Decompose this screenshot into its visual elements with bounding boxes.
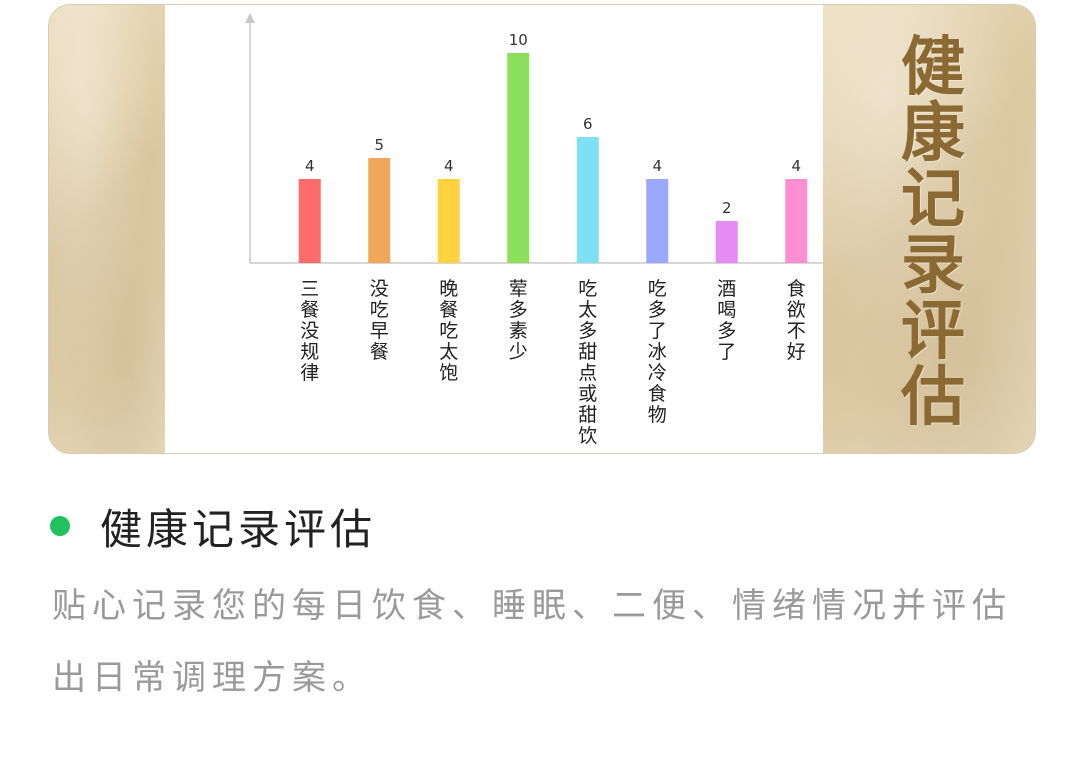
category-label: 或 [578,383,597,405]
category-label: 吃 [648,278,667,300]
category-label: 甜 [578,341,597,363]
chart-panel: 4 三餐没规律 5 没吃早餐 4 晚餐吃太饱 10 荤多素少 6 吃太多甜点或甜饮 4 吃多了冰冷食物… [165,5,823,453]
category-label: 饱 [439,362,458,384]
category-label: 三 [300,278,319,300]
category-label: 素 [509,320,528,342]
section-heading: 健康记录评估 [50,498,376,554]
bar [298,179,321,263]
category-label: 点 [578,362,597,384]
category-label: 餐 [300,299,319,321]
category-label: 太 [439,341,458,363]
category-label: 食 [648,383,667,405]
bar [646,179,669,263]
category-label: 甜 [578,404,597,426]
bar [437,179,460,263]
category-label: 冷 [648,362,667,384]
category-label: 不 [787,320,806,342]
category-label: 没 [300,320,319,342]
category-label: 晚 [439,278,458,300]
category-label: 冰 [648,341,667,363]
bar-value-label: 4 [652,157,662,175]
paper-texture-right: 健康记录评估 [823,5,1035,453]
category-label: 欲 [787,299,806,321]
bar [715,221,738,263]
category-label: 餐 [439,299,458,321]
category-label: 饮 [578,425,597,447]
bar [785,179,808,263]
bar-chart: 4三餐没规律5没吃早餐4晚餐吃太饱10荤多素少6吃太多甜点或甜饮4吃多了冰冷食物… [245,13,823,447]
bar-value-label: 10 [509,31,528,49]
bar-value-label: 6 [583,115,593,133]
banner-image: 4 三餐没规律 5 没吃早餐 4 晚餐吃太饱 10 荤多素少 6 吃太多甜点或甜饮 4 吃多了冰冷食物… [48,4,1036,454]
category-label: 多 [509,299,528,321]
bar-value-label: 2 [722,199,732,217]
category-label: 了 [717,341,736,363]
banner-vertical-title: 健康记录评估 [901,30,965,435]
category-label: 喝 [717,299,736,321]
category-label: 了 [648,320,667,342]
category-label: 餐 [370,341,389,363]
bar-value-label: 4 [305,157,315,175]
category-label: 规 [300,341,319,363]
category-label: 多 [578,320,597,342]
category-label: 荤 [509,278,528,300]
category-label: 吃 [370,299,389,321]
section-title: 健康记录评估 [100,504,377,554]
category-label: 早 [370,320,389,342]
category-label: 多 [648,299,667,321]
category-label: 多 [717,320,736,342]
category-label: 物 [648,404,667,426]
bar-value-label: 5 [374,136,384,154]
paper-texture-left [49,5,165,453]
category-label: 好 [787,341,806,363]
section-description: 贴心记录您的每日饮食、睡眠、二便、情绪情况并评估出日常调理方案。 [52,586,1012,698]
bar [368,158,391,263]
bullet-dot-icon [50,516,70,536]
category-label: 太 [578,299,597,321]
category-label: 律 [300,362,319,384]
bar-value-label: 4 [791,157,801,175]
bar [576,137,599,263]
category-label: 没 [370,278,389,300]
category-label: 食 [787,278,806,300]
y-axis-arrow-icon [245,13,255,23]
category-label: 吃 [439,320,458,342]
category-label: 吃 [578,278,597,300]
bar [507,53,530,263]
category-label: 少 [509,341,528,363]
category-label: 酒 [717,278,736,300]
bar-value-label: 4 [444,157,454,175]
